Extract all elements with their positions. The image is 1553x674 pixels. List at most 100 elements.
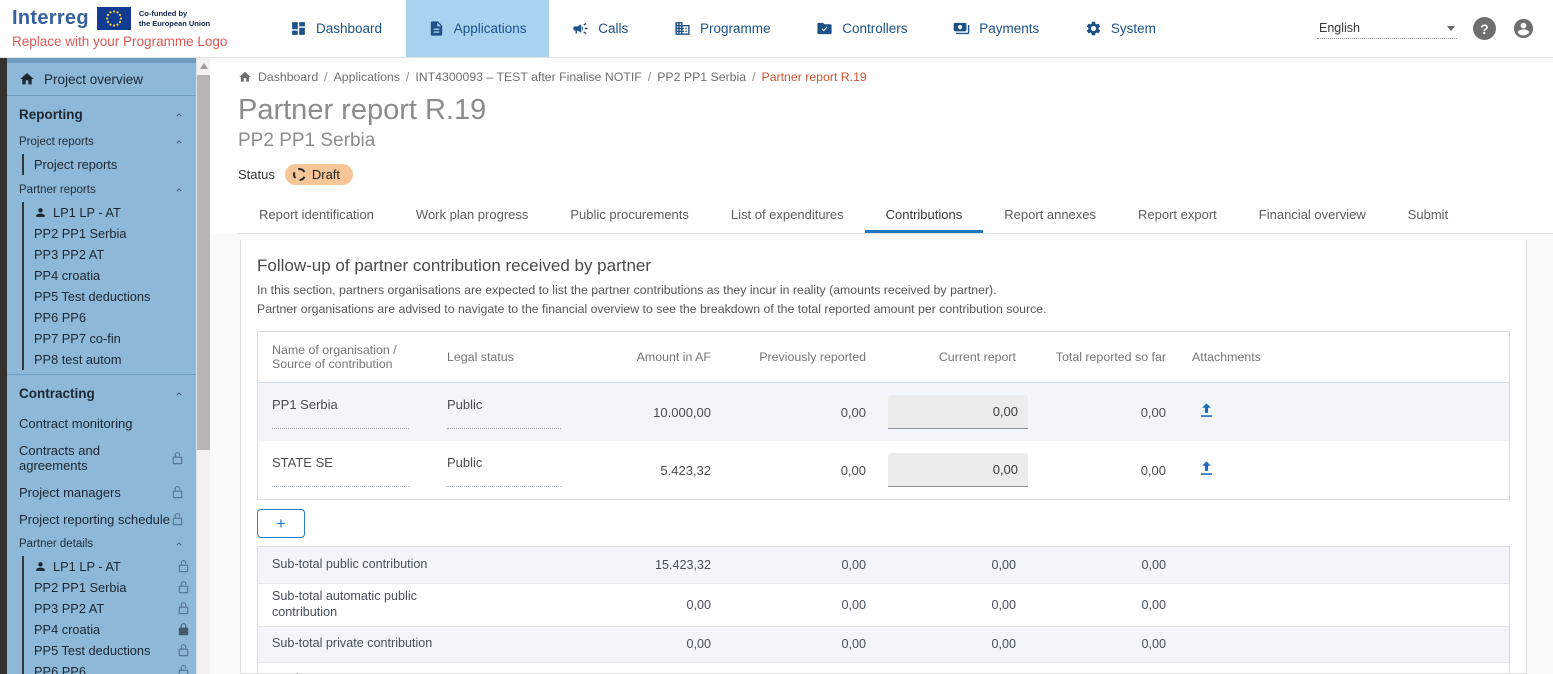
sidebar-item-partner-detail-pp4[interactable]: PP4 croatia <box>24 619 196 640</box>
summary-label: Sub-total private contribution <box>258 631 478 657</box>
help-icon: ? <box>1480 21 1489 37</box>
sidebar-item-partner-report-pp3[interactable]: PP3 PP2 AT <box>24 244 196 265</box>
summary-previously-reported: 0,00 <box>723 598 878 612</box>
nav-programme[interactable]: Programme <box>652 0 793 57</box>
sidebar-item-partner-detail-pp2[interactable]: PP2 PP1 Serbia <box>24 577 196 598</box>
chevron-up-icon <box>174 185 184 195</box>
lock-closed-icon <box>177 622 190 637</box>
sidebar-item-partner-detail-pp3[interactable]: PP3 PP2 AT <box>24 598 196 619</box>
upload-attachment-button[interactable] <box>1196 459 1216 479</box>
add-contribution-button[interactable]: + <box>257 509 305 538</box>
sidebar-item-project-managers[interactable]: Project managers <box>7 479 196 506</box>
sidebar-item-partner-detail-lp1[interactable]: LP1 LP - AT <box>24 556 196 577</box>
scroll-up-arrow-icon[interactable] <box>200 63 208 69</box>
amount-af-value: 5.423,32 <box>583 455 723 486</box>
summary-current-report: 0,00 <box>878 598 1028 612</box>
tab-submit[interactable]: Submit <box>1387 198 1469 233</box>
tab-report-annexes[interactable]: Report annexes <box>983 198 1117 233</box>
breadcrumb-project[interactable]: INT4300093 – TEST after Finalise NOTIF <box>415 70 641 84</box>
sidebar-group-project-reports[interactable]: Project reports <box>7 131 196 152</box>
tab-list-of-expenditures[interactable]: List of expenditures <box>710 198 865 233</box>
table-header-row: Name of organisation / Source of contrib… <box>258 332 1509 383</box>
language-select[interactable]: English <box>1317 18 1457 39</box>
upload-icon <box>1197 459 1216 478</box>
payments-icon <box>953 20 970 37</box>
sidebar-section-reporting[interactable]: Reporting <box>7 96 196 131</box>
chevron-up-icon <box>174 389 184 399</box>
chevron-down-icon <box>1447 26 1455 31</box>
report-tabs: Report identification Work plan progress… <box>238 198 1553 234</box>
sidebar: Project overview Reporting Project repor… <box>7 58 196 674</box>
summary-amount-af: 0,00 <box>583 598 723 612</box>
col-header-legal-status: Legal status <box>433 339 583 375</box>
nav-system[interactable]: System <box>1063 0 1178 57</box>
sidebar-item-partner-report-pp7[interactable]: PP7 PP7 co-fin <box>24 328 196 349</box>
total-reported-value: 0,00 <box>1028 397 1178 428</box>
top-header: Interreg Co-funded by the European Union… <box>0 0 1553 58</box>
current-report-input[interactable] <box>888 395 1028 429</box>
contributions-table: Name of organisation / Source of contrib… <box>257 331 1510 500</box>
sidebar-item-partner-report-pp4[interactable]: PP4 croatia <box>24 265 196 286</box>
sidebar-section-contracting[interactable]: Contracting <box>7 375 196 410</box>
sidebar-item-partner-report-pp2[interactable]: PP2 PP1 Serbia <box>24 223 196 244</box>
breadcrumb-dashboard[interactable]: Dashboard <box>258 70 318 84</box>
sidebar-item-partner-detail-pp5[interactable]: PP5 Test deductions <box>24 640 196 661</box>
sidebar-item-partner-report-pp5[interactable]: PP5 Test deductions <box>24 286 196 307</box>
nav-applications[interactable]: Applications <box>406 0 549 57</box>
tab-financial-overview[interactable]: Financial overview <box>1238 198 1387 233</box>
main-content: Dashboard / Applications / INT4300093 – … <box>210 58 1553 674</box>
sidebar-group-partner-details[interactable]: Partner details <box>7 533 196 554</box>
sidebar-item-partner-detail-pp6[interactable]: PP6 PP6 <box>24 661 196 674</box>
sidebar-scrollbar[interactable] <box>196 58 210 674</box>
status-badge: Draft <box>285 164 353 185</box>
nav-controllers[interactable]: Controllers <box>794 0 929 57</box>
breadcrumb-partner[interactable]: PP2 PP1 Serbia <box>657 70 746 84</box>
summary-row: Sub-total automatic public contribution … <box>258 583 1509 625</box>
summary-total-reported: 0,00 <box>1028 598 1178 612</box>
tab-work-plan-progress[interactable]: Work plan progress <box>395 198 549 233</box>
summary-total-reported: 0,00 <box>1028 637 1178 651</box>
sidebar-item-project-reporting-schedule[interactable]: Project reporting schedule <box>7 506 196 533</box>
scrollbar-thumb[interactable] <box>197 75 210 450</box>
tab-report-identification[interactable]: Report identification <box>238 198 395 233</box>
help-button[interactable]: ? <box>1473 17 1496 40</box>
breadcrumb-applications[interactable]: Applications <box>334 70 400 84</box>
previously-reported-value: 0,00 <box>723 397 878 428</box>
nav-dashboard[interactable]: Dashboard <box>268 0 404 57</box>
sidebar-item-partner-report-lp1[interactable]: LP1 LP - AT <box>24 202 196 223</box>
draft-status-icon <box>293 168 306 181</box>
section-description-1: In this section, partners organisations … <box>257 282 1510 299</box>
lock-open-icon <box>171 451 184 466</box>
sidebar-item-partner-report-pp8[interactable]: PP8 test autom <box>24 349 196 370</box>
home-icon <box>19 71 35 87</box>
sidebar-item-project-overview[interactable]: Project overview <box>7 63 196 95</box>
tab-report-export[interactable]: Report export <box>1117 198 1238 233</box>
breadcrumb-current: Partner report R.19 <box>762 70 867 84</box>
upload-attachment-button[interactable] <box>1196 401 1216 421</box>
summary-table: Sub-total public contribution 15.423,32 … <box>257 546 1510 674</box>
sidebar-group-partner-reports[interactable]: Partner reports <box>7 179 196 200</box>
sidebar-item-project-reports[interactable]: Project reports <box>24 154 196 175</box>
person-icon <box>34 560 47 573</box>
account-button[interactable] <box>1512 17 1535 40</box>
col-header-previously-reported: Previously reported <box>723 339 878 375</box>
chevron-up-icon <box>174 137 184 147</box>
sidebar-item-contract-monitoring[interactable]: Contract monitoring <box>7 410 196 437</box>
nav-calls[interactable]: Calls <box>550 0 650 57</box>
tab-public-procurements[interactable]: Public procurements <box>549 198 710 233</box>
summary-label: Sub-total automatic public contribution <box>258 584 478 625</box>
nav-payments[interactable]: Payments <box>931 0 1061 57</box>
tab-contributions[interactable]: Contributions <box>865 198 984 233</box>
upload-icon <box>1197 401 1216 420</box>
calls-icon <box>572 20 589 37</box>
col-header-name: Name of organisation / Source of contrib… <box>258 332 433 382</box>
lock-open-icon <box>177 580 190 595</box>
chevron-up-icon <box>174 539 184 549</box>
section-description-2: Partner organisations are advised to nav… <box>257 301 1510 318</box>
sidebar-item-partner-report-pp6[interactable]: PP6 PP6 <box>24 307 196 328</box>
col-header-attachments: Attachments <box>1178 339 1509 375</box>
summary-label: Total <box>258 667 478 674</box>
sidebar-item-contracts-agreements[interactable]: Contracts and agreements <box>7 437 196 479</box>
current-report-input[interactable] <box>888 453 1028 487</box>
window-left-edge <box>0 58 7 674</box>
